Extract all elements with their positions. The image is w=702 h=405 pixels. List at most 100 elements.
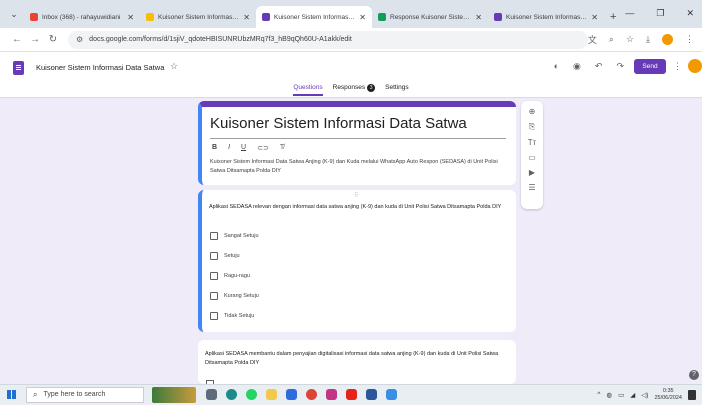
document-title[interactable]: Kuisoner Sistem Informasi Data Satwa	[36, 63, 164, 72]
add-image-icon[interactable]: ▭	[528, 153, 536, 162]
tab-search-icon[interactable]: ⌄	[4, 3, 24, 25]
title-underline	[210, 138, 506, 139]
system-tray: ^ ◍ ▭ ◢ ◁) 0:35 25/06/2024	[597, 388, 702, 402]
back-icon[interactable]: ←	[8, 34, 26, 45]
browser-tab-sheets[interactable]: Response Kuisoner Sistem I ✕	[372, 6, 488, 28]
tab-questions[interactable]: Questions	[293, 84, 323, 96]
import-questions-icon[interactable]: ⎘	[529, 122, 535, 132]
whatsapp-icon[interactable]	[246, 389, 257, 400]
notification-icon[interactable]	[688, 389, 696, 400]
battery-icon[interactable]: ▭	[618, 391, 624, 399]
file-explorer-icon[interactable]	[266, 389, 277, 400]
search-placeholder: Type here to search	[43, 391, 106, 398]
browser-tab-forms-active[interactable]: Kuisoner Sistem Informasi D ✕	[256, 6, 372, 28]
app-icon[interactable]	[386, 389, 397, 400]
new-tab-icon[interactable]: +	[610, 11, 616, 23]
profile-avatar[interactable]	[662, 34, 674, 45]
weather-widget[interactable]	[152, 386, 196, 403]
checkbox-icon[interactable]	[210, 252, 218, 260]
italic-icon[interactable]: I	[228, 144, 230, 152]
url-field[interactable]: ⚙ docs.google.com/forms/d/1sjiV_qdoteHBI…	[68, 30, 588, 49]
site-info-icon[interactable]: ⚙	[76, 35, 83, 44]
option-item[interactable]: Tidak Setuju	[210, 312, 254, 320]
responses-count-badge: 3	[367, 84, 376, 92]
bookmark-star-icon[interactable]: ☆	[626, 34, 634, 45]
forms-logo-icon[interactable]	[13, 61, 24, 75]
option-item[interactable]: Kurang Setuju	[210, 292, 259, 300]
clock[interactable]: 0:35 25/06/2024	[654, 388, 682, 402]
tab-responses[interactable]: Responses 3	[333, 84, 376, 96]
clock-date: 25/06/2024	[654, 394, 682, 401]
link-icon[interactable]: ⊂⊃	[257, 144, 269, 152]
browser-menu-icon[interactable]: ⋮	[685, 34, 694, 45]
download-icon[interactable]: ⤓	[646, 34, 650, 45]
form-description[interactable]: Kuisoner Sistem Informasi Data Satwa Anj…	[210, 158, 512, 176]
close-window-icon[interactable]: ✕	[686, 8, 694, 19]
send-button[interactable]: Send	[634, 59, 666, 74]
checkbox-icon[interactable]	[210, 232, 218, 240]
word-icon[interactable]	[366, 389, 377, 400]
option-item[interactable]: Setuju	[210, 252, 240, 260]
close-icon[interactable]: ✕	[243, 13, 250, 22]
undo-icon[interactable]: ↶	[595, 61, 603, 72]
redo-icon[interactable]: ↷	[616, 61, 624, 72]
restore-icon[interactable]: ❐	[656, 8, 664, 19]
add-question-icon[interactable]: ⊕	[529, 107, 536, 116]
wifi-icon[interactable]: ◢	[630, 391, 635, 399]
bold-icon[interactable]: B	[212, 144, 217, 152]
instagram-icon[interactable]	[326, 389, 337, 400]
help-icon[interactable]: ?	[689, 370, 699, 380]
checkbox-icon[interactable]	[210, 292, 218, 300]
question-card-1[interactable]: ⠿ Aplikasi SEDASA relevan dengan informa…	[198, 190, 516, 332]
close-icon[interactable]: ✕	[475, 13, 482, 22]
form-title-card[interactable]: Kuisoner Sistem Informasi Data Satwa B I…	[198, 101, 516, 185]
tab-title: Inbox (368) - rahayuwidiani	[42, 13, 121, 21]
add-section-icon[interactable]: ☰	[528, 183, 535, 192]
form-tabs: Questions Responses 3 Settings	[0, 84, 702, 96]
close-icon[interactable]: ✕	[127, 13, 134, 22]
question-text[interactable]: Aplikasi SEDASA relevan dengan informasi…	[209, 203, 509, 212]
underline-icon[interactable]: U	[241, 144, 246, 152]
checkbox-icon[interactable]	[210, 272, 218, 280]
network-icon[interactable]: ◍	[606, 391, 612, 399]
close-icon[interactable]: ✕	[359, 13, 366, 22]
task-view-icon[interactable]	[206, 389, 217, 400]
translate-icon[interactable]: 文	[588, 33, 597, 46]
forward-icon[interactable]: →	[26, 34, 44, 45]
youtube-icon[interactable]	[346, 389, 357, 400]
palette-icon[interactable]: ◐	[554, 61, 559, 72]
more-options-icon[interactable]: ⋮	[673, 61, 682, 72]
option-item[interactable]: Ragu-ragu	[210, 272, 250, 280]
minimize-icon[interactable]: —	[625, 8, 634, 19]
reload-icon[interactable]: ↻	[44, 34, 62, 45]
browser-tab-drive[interactable]: Kuisoner Sistem Informasi D ✕	[140, 6, 256, 28]
preview-eye-icon[interactable]: ◉	[573, 61, 581, 72]
question-card-2[interactable]: Aplikasi SEDASA membantu dalam penyajian…	[198, 340, 516, 384]
option-label: Setuju	[224, 253, 240, 259]
star-icon[interactable]: ☆	[170, 61, 178, 72]
add-video-icon[interactable]: ▶	[529, 168, 535, 177]
browser-actions: 文 ⌕ ☆ ⤓ ⋮	[588, 33, 694, 46]
avatar[interactable]	[688, 59, 702, 73]
question-text[interactable]: Aplikasi SEDASA membantu dalam penyajian…	[205, 350, 505, 368]
zoom-icon[interactable]: ⌕	[609, 34, 614, 45]
form-title[interactable]: Kuisoner Sistem Informasi Data Satwa	[210, 115, 467, 132]
tray-chevron-icon[interactable]: ^	[597, 391, 600, 398]
browser-tab-forms[interactable]: Kuisoner Sistem Informasi D ✕	[488, 6, 604, 28]
taskbar-search-box[interactable]: ⌕ Type here to search	[26, 386, 144, 403]
option-item[interactable]: Sangat Setuju	[210, 232, 259, 240]
clear-format-icon[interactable]: T̸	[280, 144, 284, 152]
browser-tab-gmail[interactable]: Inbox (368) - rahayuwidiani ✕	[24, 6, 140, 28]
close-icon[interactable]: ✕	[591, 13, 598, 22]
tab-settings[interactable]: Settings	[385, 84, 409, 96]
start-button[interactable]	[0, 385, 22, 405]
checkbox-icon[interactable]	[210, 312, 218, 320]
edge-icon[interactable]	[226, 389, 237, 400]
drag-handle-icon[interactable]: ⠿	[354, 192, 359, 199]
store-icon[interactable]	[286, 389, 297, 400]
volume-icon[interactable]: ◁)	[641, 391, 648, 399]
chrome-icon[interactable]	[306, 389, 317, 400]
question-toolbar: ⊕ ⎘ Tт ▭ ▶ ☰	[521, 101, 543, 209]
windows-logo-icon	[6, 390, 16, 399]
add-title-icon[interactable]: Tт	[528, 138, 537, 147]
